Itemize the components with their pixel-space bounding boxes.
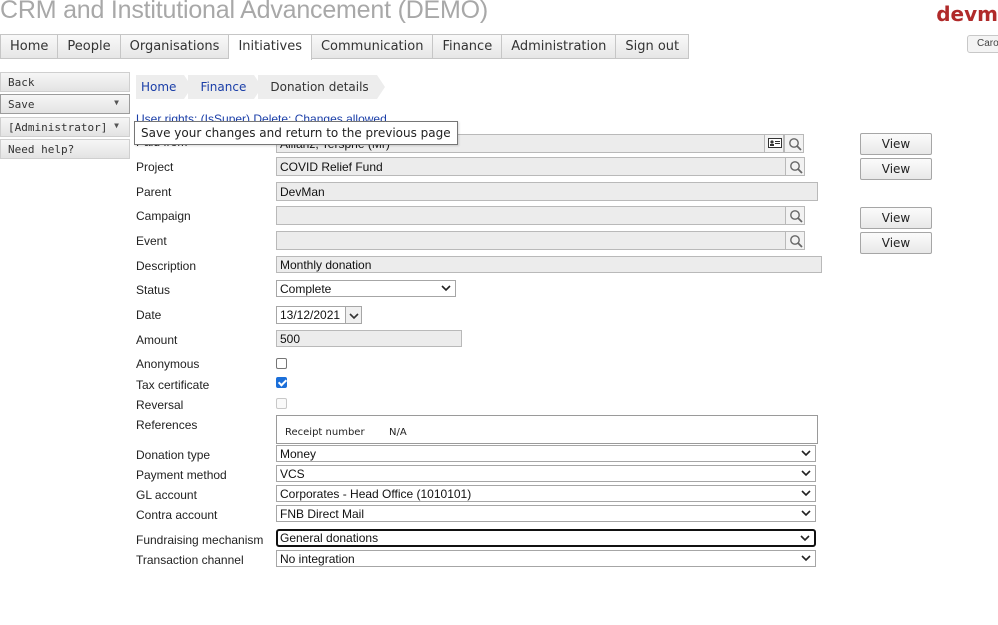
reversal-checkbox <box>276 398 287 409</box>
reversal-label: Reversal <box>136 398 184 412</box>
fundraising-mechanism-label: Fundraising mechanism <box>136 533 264 547</box>
project-label: Project <box>136 160 174 174</box>
search-icon[interactable] <box>785 231 805 250</box>
donation-type-value: Money <box>280 447 317 461</box>
nav-communication[interactable]: Communication <box>312 35 434 58</box>
search-icon[interactable] <box>785 206 805 225</box>
payment-method-select[interactable]: VCS <box>276 465 816 482</box>
chevron-down-icon <box>801 490 811 497</box>
user-menu-button[interactable]: Carol <box>967 35 998 53</box>
status-select[interactable]: Complete <box>276 280 456 297</box>
event-label: Event <box>136 234 167 248</box>
nav-sign-out[interactable]: Sign out <box>616 35 690 58</box>
transaction-channel-value: No integration <box>280 552 355 566</box>
save-label: Save <box>8 98 35 111</box>
search-icon[interactable] <box>785 157 805 176</box>
tax-certificate-checkbox[interactable] <box>276 377 287 388</box>
amount-field[interactable]: 500 <box>276 330 462 347</box>
payment-method-label: Payment method <box>136 468 227 482</box>
administrator-menu[interactable]: [Administrator] ▼ <box>0 117 130 137</box>
fundraising-mechanism-value: General donations <box>280 531 379 545</box>
help-button[interactable]: Need help? <box>0 139 130 159</box>
main-nav: Home People Organisations Initiatives Co… <box>0 34 690 60</box>
save-button[interactable]: Save ▼ <box>0 94 130 114</box>
donation-type-select[interactable]: Money <box>276 445 816 462</box>
date-label: Date <box>136 308 162 322</box>
transaction-channel-select[interactable]: No integration <box>276 550 816 567</box>
contra-account-label: Contra account <box>136 508 218 522</box>
gl-account-value: Corporates - Head Office (1010101) <box>280 487 472 501</box>
parent-field[interactable]: DevMan <box>276 182 818 201</box>
breadcrumb-donation-details: Donation details <box>258 75 386 99</box>
view-event-button[interactable]: View <box>860 232 932 254</box>
references-label: References <box>136 418 198 432</box>
parent-label: Parent <box>136 185 172 199</box>
references-box: Receipt number N/A <box>276 415 818 444</box>
view-paid-from-button[interactable]: View <box>860 133 932 155</box>
nav-people[interactable]: People <box>58 35 121 58</box>
chevron-down-icon <box>800 535 810 542</box>
breadcrumb: Home Finance Donation details <box>136 75 386 99</box>
chevron-down-icon <box>801 470 811 477</box>
back-label: Back <box>8 76 35 89</box>
campaign-label: Campaign <box>136 209 191 223</box>
gl-account-label: GL account <box>136 488 197 502</box>
search-icon[interactable] <box>784 134 804 153</box>
anonymous-label: Anonymous <box>136 357 200 371</box>
contact-card-icon[interactable] <box>764 134 784 153</box>
description-label: Description <box>136 259 197 273</box>
date-field[interactable]: 13/12/2021 <box>276 306 346 324</box>
receipt-number-label: Receipt number <box>285 427 365 438</box>
description-field[interactable]: Monthly donation <box>276 256 822 273</box>
nav-initiatives[interactable]: Initiatives <box>229 35 312 60</box>
view-project-button[interactable]: View <box>860 158 932 180</box>
gl-account-select[interactable]: Corporates - Head Office (1010101) <box>276 485 816 502</box>
breadcrumb-finance[interactable]: Finance <box>188 75 263 99</box>
donation-type-label: Donation type <box>136 448 211 462</box>
receipt-number-value: N/A <box>389 427 407 438</box>
brand-logo: devm <box>936 2 998 26</box>
fundraising-mechanism-select[interactable]: General donations <box>276 529 816 547</box>
chevron-down-icon <box>801 510 811 517</box>
nav-organisations[interactable]: Organisations <box>121 35 230 58</box>
chevron-down-icon <box>801 450 811 457</box>
nav-administration[interactable]: Administration <box>502 35 617 58</box>
nav-finance[interactable]: Finance <box>433 35 503 58</box>
breadcrumb-home[interactable]: Home <box>136 75 193 99</box>
anonymous-checkbox[interactable] <box>276 358 287 369</box>
chevron-down-icon <box>441 285 451 292</box>
tax-certificate-label: Tax certificate <box>136 378 210 392</box>
campaign-field[interactable] <box>276 206 786 225</box>
date-value: 13/12/2021 <box>280 308 341 322</box>
status-label: Status <box>136 283 171 297</box>
chevron-down-icon[interactable]: ▼ <box>114 98 119 107</box>
event-field[interactable] <box>276 231 786 250</box>
status-value: Complete <box>280 282 332 296</box>
view-campaign-button[interactable]: View <box>860 207 932 229</box>
amount-label: Amount <box>136 333 178 347</box>
contra-account-value: FNB Direct Mail <box>280 507 365 521</box>
project-field[interactable]: COVID Relief Fund <box>276 157 786 176</box>
app-title: CRM and Institutional Advancement (DEMO) <box>0 0 489 24</box>
back-button[interactable]: Back <box>0 72 130 92</box>
nav-home[interactable]: Home <box>1 35 59 58</box>
transaction-channel-label: Transaction channel <box>136 553 244 567</box>
calendar-dropdown-icon[interactable] <box>345 306 362 324</box>
chevron-down-icon[interactable]: ▼ <box>114 121 119 130</box>
payment-method-value: VCS <box>280 467 305 481</box>
save-tooltip: Save your changes and return to the prev… <box>134 121 458 145</box>
help-label: Need help? <box>8 143 75 156</box>
administrator-label: [Administrator] <box>8 121 108 134</box>
contra-account-select[interactable]: FNB Direct Mail <box>276 505 816 522</box>
chevron-down-icon <box>801 555 811 562</box>
